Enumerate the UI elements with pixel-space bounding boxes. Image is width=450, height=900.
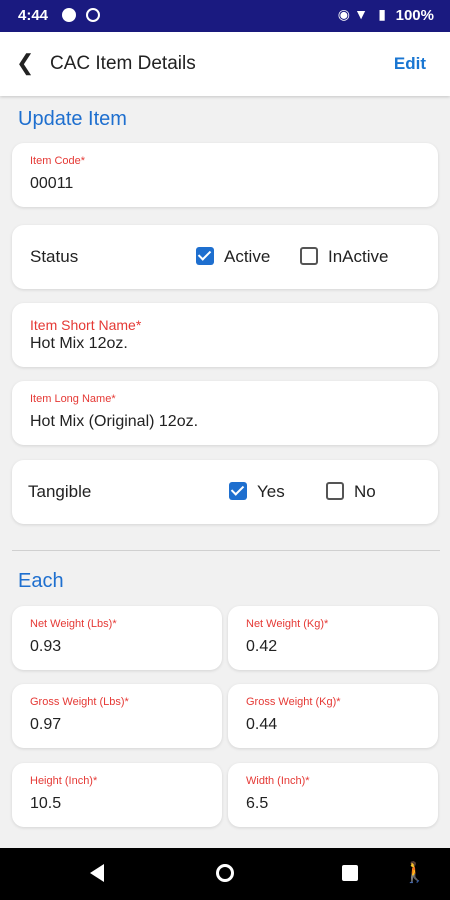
field-value: 6.5 bbox=[246, 795, 269, 812]
short-name-label: Item Short Name* bbox=[30, 317, 142, 333]
nav-recents-icon[interactable] bbox=[342, 865, 358, 881]
field-label: Gross Weight (Kg)* bbox=[246, 696, 341, 708]
gross-weight-kg-field[interactable]: Gross Weight (Kg)* 0.44 bbox=[228, 684, 438, 748]
system-nav-bar: 🚶 bbox=[0, 848, 450, 900]
field-value: 0.97 bbox=[30, 716, 62, 733]
item-code-field[interactable]: Item Code* 00011 bbox=[12, 143, 438, 207]
section-divider bbox=[12, 550, 440, 551]
vibrate-icon: ◉ bbox=[337, 6, 350, 22]
tangible-label: Tangible bbox=[28, 482, 92, 501]
field-label: Net Weight (Kg)* bbox=[246, 618, 329, 630]
short-name-field[interactable]: Item Short Name* Hot Mix 12oz. bbox=[12, 303, 438, 367]
status-time: 4:44 bbox=[18, 7, 49, 24]
field-label: Net Weight (Lbs)* bbox=[30, 618, 117, 630]
inactive-label: InActive bbox=[328, 247, 389, 266]
height-field[interactable]: Height (Inch)* 10.5 bbox=[12, 763, 222, 827]
status-card: Status Active InActive bbox=[12, 225, 438, 289]
field-value: 0.93 bbox=[30, 638, 62, 655]
accessibility-icon[interactable]: 🚶 bbox=[402, 860, 427, 885]
field-value: 0.44 bbox=[246, 716, 278, 733]
active-checkbox[interactable] bbox=[196, 247, 214, 265]
field-value: 10.5 bbox=[30, 795, 62, 812]
section-title-each: Each bbox=[18, 570, 64, 592]
sync-icon bbox=[86, 8, 100, 22]
battery-percent: 100% bbox=[395, 7, 434, 24]
short-name-value: Hot Mix 12oz. bbox=[30, 335, 128, 352]
nav-back-icon[interactable] bbox=[90, 864, 104, 882]
yes-label: Yes bbox=[257, 482, 285, 501]
nav-home-icon[interactable] bbox=[216, 864, 234, 882]
notification-icon bbox=[62, 8, 76, 22]
app-bar: ❮ CAC Item Details Edit bbox=[0, 32, 450, 96]
long-name-field[interactable]: Item Long Name* Hot Mix (Original) 12oz. bbox=[12, 381, 438, 445]
active-label: Active bbox=[224, 247, 271, 266]
gross-weight-lbs-field[interactable]: Gross Weight (Lbs)* 0.97 bbox=[12, 684, 222, 748]
page-title: CAC Item Details bbox=[50, 53, 196, 74]
width-field[interactable]: Width (Inch)* 6.5 bbox=[228, 763, 438, 827]
edit-button[interactable]: Edit bbox=[394, 54, 426, 74]
long-name-value: Hot Mix (Original) 12oz. bbox=[30, 413, 199, 430]
net-weight-lbs-field[interactable]: Net Weight (Lbs)* 0.93 bbox=[12, 606, 222, 670]
status-bar: 4:44 ◉ ▼ ▮ 100% bbox=[0, 0, 450, 32]
field-value: 0.42 bbox=[246, 638, 278, 655]
back-arrow-icon[interactable]: ❮ bbox=[16, 50, 34, 76]
item-code-label: Item Code* bbox=[30, 155, 86, 167]
no-checkbox[interactable] bbox=[326, 482, 344, 500]
battery-icon: ▮ bbox=[378, 6, 386, 22]
long-name-label: Item Long Name* bbox=[30, 393, 116, 405]
net-weight-kg-field[interactable]: Net Weight (Kg)* 0.42 bbox=[228, 606, 438, 670]
item-code-value: 00011 bbox=[30, 175, 74, 192]
field-label: Width (Inch)* bbox=[246, 775, 310, 787]
yes-checkbox[interactable] bbox=[229, 482, 247, 500]
field-label: Height (Inch)* bbox=[30, 775, 98, 787]
section-title-update: Update Item bbox=[18, 108, 127, 130]
status-label: Status bbox=[30, 247, 79, 266]
inactive-checkbox[interactable] bbox=[300, 247, 318, 265]
field-label: Gross Weight (Lbs)* bbox=[30, 696, 129, 708]
wifi-icon: ▼ bbox=[354, 6, 368, 22]
no-label: No bbox=[354, 482, 376, 501]
tangible-card: Tangible Yes No bbox=[12, 460, 438, 524]
